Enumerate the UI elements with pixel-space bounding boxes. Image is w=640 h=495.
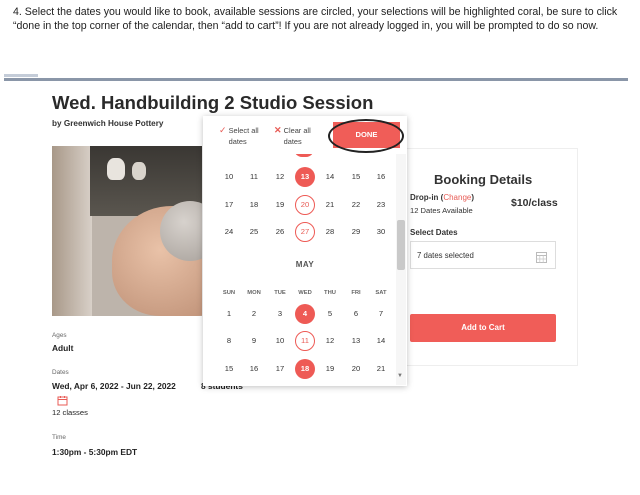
calendar-day-may-2[interactable]: 2 [244, 304, 264, 324]
calendar-popup: ✓ Select all dates ✕ Clear all dates DON… [203, 116, 407, 386]
dropin-close: ) [471, 193, 475, 202]
calendar-day-may-8[interactable]: 8 [219, 331, 239, 351]
calendar-day-may-10[interactable]: 10 [270, 331, 290, 351]
dates-label: Dates [52, 369, 69, 376]
calendar-header: ✓ Select all dates ✕ Clear all dates DON… [203, 116, 407, 154]
calendar-day-may-11[interactable]: 11 [295, 331, 315, 351]
dates-value: Wed, Apr 6, 2022 - Jun 22, 2022 [52, 381, 176, 391]
time-value: 1:30pm - 5:30pm EDT [52, 447, 138, 457]
calendar-day-apr-13[interactable]: 13 [295, 167, 315, 187]
instruction-text: 4. Select the dates you would like to bo… [13, 6, 618, 32]
calendar-day-may-1[interactable]: 1 [219, 304, 239, 324]
calendar-day-apr-17[interactable]: 17 [219, 195, 239, 215]
calendar-day-may-6[interactable]: 6 [346, 304, 366, 324]
dates-available: 12 Dates Available [410, 206, 473, 215]
annotation-circle [328, 119, 404, 153]
calendar-day-apr-23[interactable]: 23 [371, 195, 391, 215]
calendar-day-may-5[interactable]: 5 [320, 304, 340, 324]
calendar-day-may-14[interactable]: 14 [371, 331, 391, 351]
calendar-day-may-20[interactable]: 20 [346, 359, 366, 379]
calendar-day-may-15[interactable]: 15 [219, 359, 239, 379]
calendar-day-apr-22[interactable]: 22 [346, 195, 366, 215]
course-photo [52, 146, 202, 316]
grid-calendar-icon [536, 250, 547, 268]
calendar-day-apr-19[interactable]: 19 [270, 195, 290, 215]
selected-dates-value: 7 dates selected [417, 251, 474, 260]
ages-value: Adult [52, 343, 74, 353]
course-byline: by Greenwich House Pottery [52, 119, 164, 128]
calendar-day-apr-18[interactable]: 18 [244, 195, 264, 215]
scroll-down-icon[interactable]: ▼ [397, 373, 403, 379]
weekday-label: TUE [274, 290, 286, 296]
weekday-label: SUN [222, 290, 236, 296]
calendar-day-apr-12[interactable]: 12 [270, 167, 290, 187]
select-all-label: Select all dates [228, 126, 259, 146]
dropin-text: Drop-in ( [410, 193, 444, 202]
calendar-day-may-13[interactable]: 13 [346, 331, 366, 351]
check-icon: ✓ [219, 125, 227, 135]
calendar-day-may-18[interactable]: 18 [295, 359, 315, 379]
ages-label: Ages [52, 332, 67, 339]
classes-count: 12 classes [52, 408, 88, 417]
scrollbar-thumb[interactable] [397, 220, 405, 270]
calendar-day-apr-20[interactable]: 20 [295, 195, 315, 215]
calendar-day-apr-27[interactable]: 27 [295, 222, 315, 242]
price: $10/class [511, 197, 558, 209]
calendar-day-apr-11[interactable]: 11 [244, 167, 264, 187]
change-link[interactable]: Change [443, 193, 471, 202]
calendar-day-may-7[interactable]: 7 [371, 304, 391, 324]
select-dates-label: Select Dates [410, 228, 458, 237]
weekday-label: SAT [375, 290, 387, 296]
calendar-day-apr-30[interactable]: 30 [371, 222, 391, 242]
calendar-day-apr-28[interactable]: 28 [320, 222, 340, 242]
calendar-day-may-12[interactable]: 12 [320, 331, 340, 351]
calendar-day-apr-21[interactable]: 21 [320, 195, 340, 215]
calendar-day-apr-16[interactable]: 16 [371, 167, 391, 187]
calendar-day-may-19[interactable]: 19 [320, 359, 340, 379]
header-rule [4, 78, 628, 81]
weekday-label: MON [247, 290, 261, 296]
booking-title: Booking Details [434, 172, 533, 187]
calendar-day-may-9[interactable]: 9 [244, 331, 264, 351]
calendar-day-apr-10[interactable]: 10 [219, 167, 239, 187]
calendar-day-apr-14[interactable]: 14 [320, 167, 340, 187]
header-tag [4, 74, 38, 77]
calendar-day-may-4[interactable]: 4 [295, 304, 315, 324]
month-label: MAY [295, 260, 315, 269]
calendar-day-may-17[interactable]: 17 [270, 359, 290, 379]
calendar-day-apr-25[interactable]: 25 [244, 222, 264, 242]
select-dates-field[interactable]: 7 dates selected [410, 241, 556, 269]
add-to-cart-button[interactable]: Add to Cart [410, 314, 556, 342]
calendar-day-apr-29[interactable]: 29 [346, 222, 366, 242]
close-icon: ✕ [274, 125, 282, 135]
clear-all-label: Clear all dates [283, 126, 311, 146]
calendar-day-may-3[interactable]: 3 [270, 304, 290, 324]
calendar-day-may-16[interactable]: 16 [244, 359, 264, 379]
weekday-label: THU [324, 290, 336, 296]
dropin-label: Drop-in (Change) [410, 193, 474, 202]
select-all-button[interactable]: ✓ Select all dates [219, 125, 269, 147]
time-label: Time [52, 434, 66, 441]
calendar-day-apr-15[interactable]: 15 [346, 167, 366, 187]
calendar-day-apr-24[interactable]: 24 [219, 222, 239, 242]
calendar-day-may-21[interactable]: 21 [371, 359, 391, 379]
weekday-label: FRI [351, 290, 361, 296]
clear-all-button[interactable]: ✕ Clear all dates [274, 125, 320, 147]
weekday-label: WED [298, 290, 312, 296]
calendar-day-apr-26[interactable]: 26 [270, 222, 290, 242]
course-title: Wed. Handbuilding 2 Studio Session [52, 92, 374, 113]
